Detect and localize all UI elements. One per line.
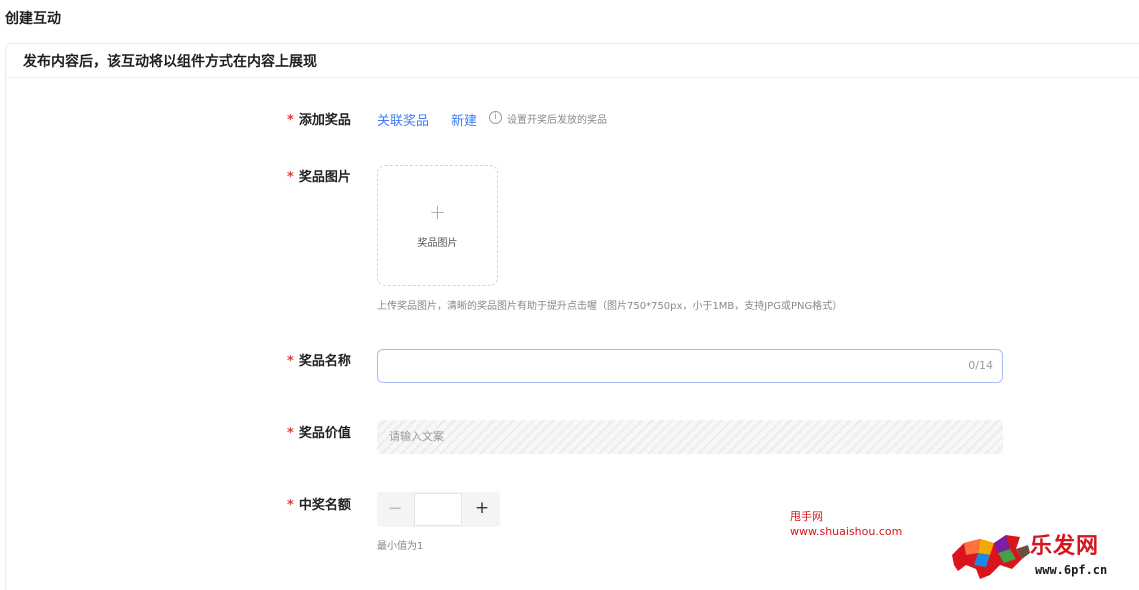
char-counter: 0/14: [968, 359, 993, 372]
related-prize-link[interactable]: 关联奖品: [377, 110, 429, 129]
required-mark: *: [287, 498, 294, 513]
prize-name-input[interactable]: [388, 350, 948, 380]
prize-label: * 添加奖品: [287, 113, 351, 128]
upload-text: 奖品图片: [417, 238, 458, 249]
watermark-text: 甩手网: [790, 510, 823, 523]
required-mark: *: [287, 113, 294, 128]
required-mark: *: [287, 354, 294, 369]
watermark-url: www.shuaishou.com: [790, 525, 903, 538]
required-mark: *: [287, 170, 294, 185]
winners-field: [414, 493, 462, 526]
prize-name-field: 0/14: [377, 349, 1003, 383]
new-prize-link[interactable]: 新建: [451, 110, 477, 129]
decrement-button[interactable]: −: [377, 492, 413, 527]
required-mark: *: [287, 426, 294, 441]
winners-tip: 最小值为1: [377, 541, 424, 552]
info-icon: i: [489, 111, 502, 124]
value-label: * 奖品价值: [287, 426, 351, 441]
watermark-brand: 乐发网: [1030, 533, 1100, 559]
prize-value-input[interactable]: [377, 420, 977, 454]
image-label: * 奖品图片: [287, 170, 351, 185]
plus-icon: +: [429, 200, 446, 224]
card-header-text: 发布内容后，该互动将以组件方式在内容上展现: [23, 53, 317, 70]
image-upload-tip: 上传奖品图片，清晰的奖品图片有助于提升点击喔（图片750*750px，小于1MB…: [377, 301, 843, 312]
prize-value-field: [377, 420, 1003, 454]
watermark-brand-url: www.6pf.cn: [1035, 563, 1108, 577]
name-label: * 奖品名称: [287, 354, 351, 369]
winners-stepper: − +: [377, 492, 500, 527]
image-upload-box[interactable]: + 奖品图片: [377, 165, 498, 286]
winners-input[interactable]: [415, 494, 461, 525]
card-header: 发布内容后，该互动将以组件方式在内容上展现: [6, 44, 1139, 78]
page-title: 创建互动: [5, 11, 61, 27]
increment-button[interactable]: +: [464, 492, 500, 527]
winners-label: * 中奖名额: [287, 498, 351, 513]
prize-hint: 设置开奖后发放的奖品: [507, 115, 607, 126]
